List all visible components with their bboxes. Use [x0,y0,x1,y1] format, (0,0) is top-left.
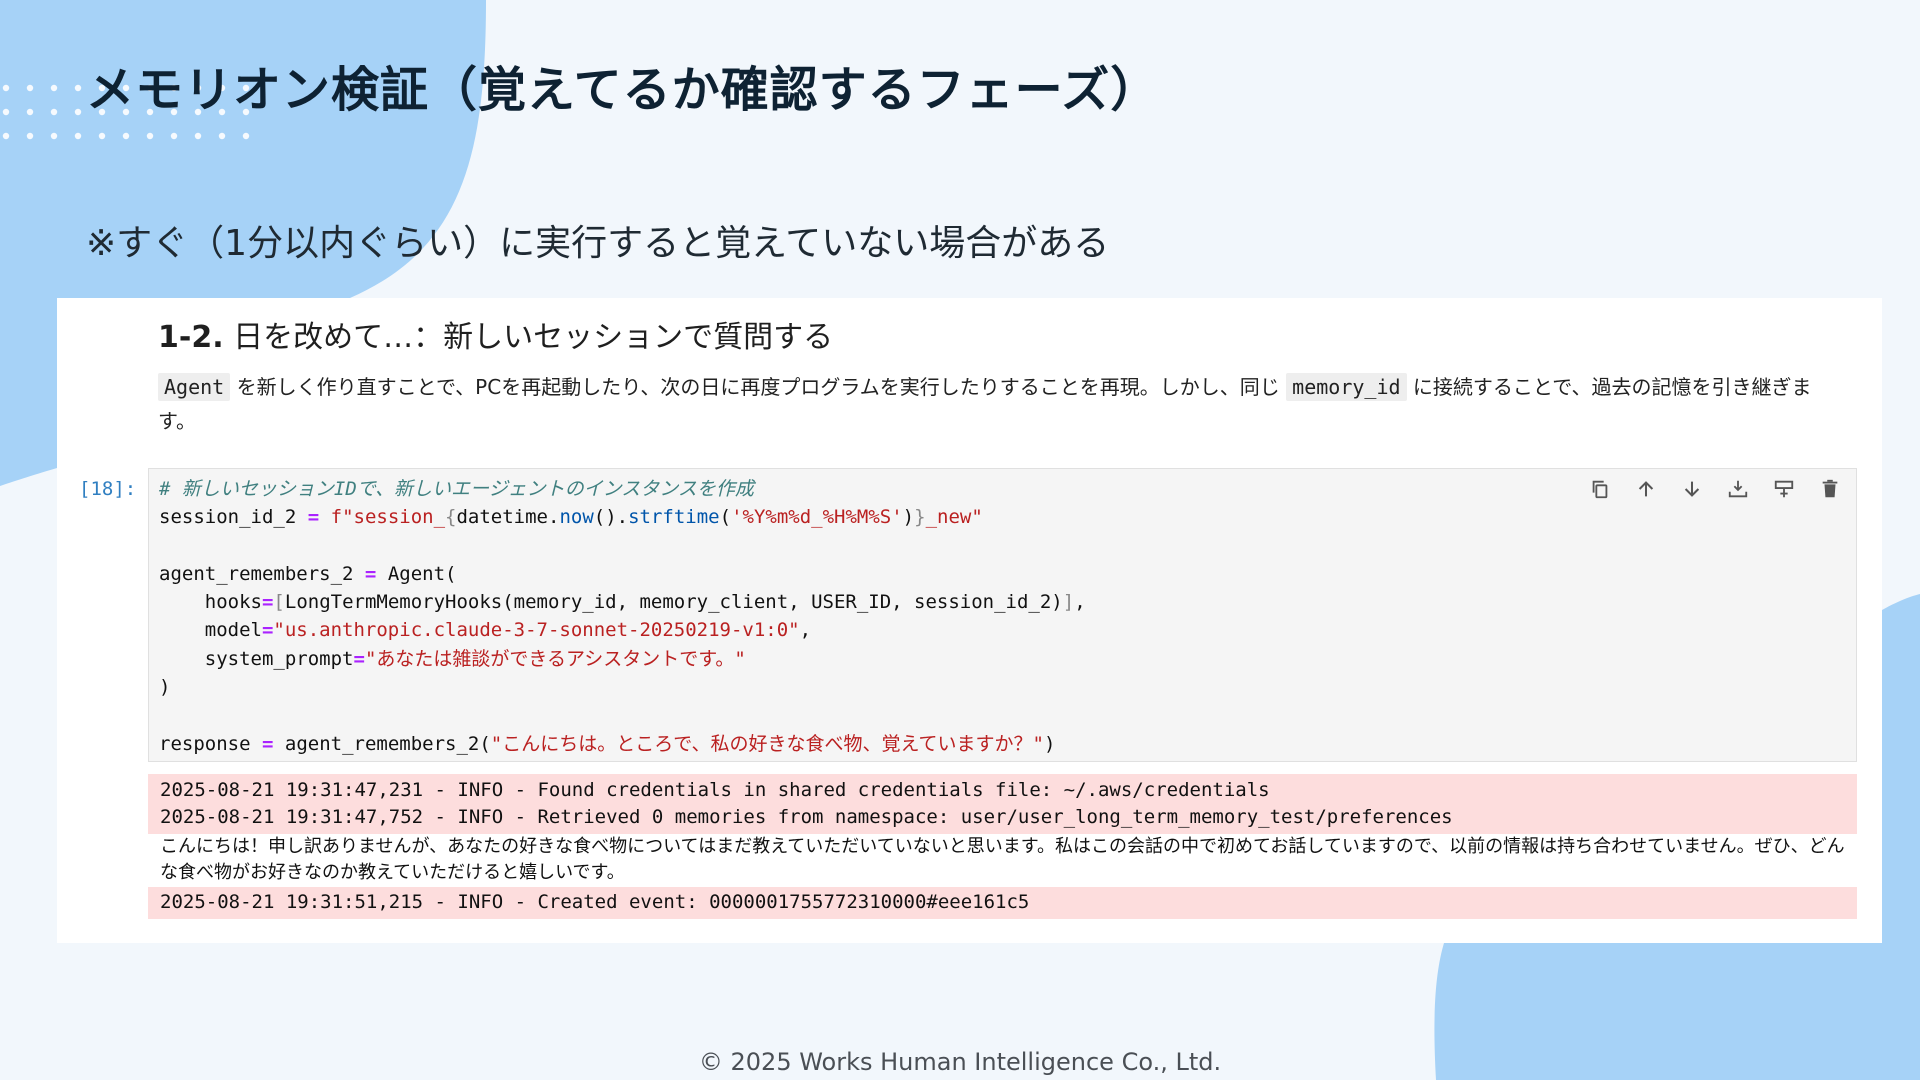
code-token: '%Y%m%d_%H%M%S' [731,506,903,529]
code-token: agent_remembers_2( [284,732,491,755]
code-token: "こんにちは。ところで、私の好きな食べ物、覚えていますか？" [490,732,1044,755]
code-token: ) [159,676,171,699]
desc-text-1: を新しく作り直すことで、PCを再起動したり、次の日に再度プログラムを実行したりす… [230,375,1287,399]
cell-prompt: [18]: [79,478,137,500]
code-token: Agent( [387,562,457,585]
code-token: model [204,619,262,642]
inline-code-memory-id: memory_id [1286,373,1407,401]
code-token: = [364,562,377,585]
code-token: = [261,619,274,642]
code-token: [ [273,591,285,614]
code-token: now [559,506,594,529]
trash-icon[interactable] [1818,477,1842,501]
code-token: { [445,506,457,529]
code-token: = [353,647,365,670]
slide-title: メモリオン検証（覚えてるか確認するフェーズ） [86,62,1160,118]
slide-note: ※すぐ（1分以内ぐらい）に実行すると覚えていない場合がある [86,223,1110,264]
code-token: ) [1043,732,1056,755]
cell-toolbar [1588,477,1842,501]
inline-code-agent: Agent [158,373,231,401]
code-token: "us.anthropic.claude-3-7-sonnet-20250219… [273,619,800,642]
code-token: hooks [204,591,262,614]
arrow-down-icon[interactable] [1680,477,1704,501]
code-source: # 新しいセッションIDで、新しいエージェントのインスタンスを作成 sessio… [159,478,1086,755]
code-token: = [307,506,320,529]
code-token: response [159,732,251,755]
stderr-output-1: 2025-08-21 19:31:47,231 - INFO - Found c… [148,774,1857,834]
code-token: "あなたは雑談ができるアシスタントです。" [364,647,746,670]
arrow-up-icon[interactable] [1634,477,1658,501]
stdout-reply: こんにちは！申し訳ありませんが、あなたの好きな食べ物についてはまだ教えていただい… [160,836,1845,883]
code-token: f"session_ [330,506,446,529]
code-token: } [914,506,926,529]
notebook-screenshot: 1-2. 日を改めて…：新しいセッションで質問する Agent を新しく作り直す… [57,298,1882,943]
section-title: 日を改めて…：新しいセッションで質問する [223,320,834,355]
code-token: = [261,732,274,755]
log-line: 2025-08-21 19:31:47,752 - INFO - Retriev… [160,806,1453,828]
code-token: LongTermMemoryHooks(memory_id, memory_cl… [284,591,1063,614]
code-token: agent_remembers_2 [159,562,354,585]
code-token: session_id_2 [159,506,297,529]
insert-below-icon[interactable] [1772,477,1796,501]
code-token: ] [1062,591,1075,614]
code-cell[interactable]: # 新しいセッションIDで、新しいエージェントのインスタンスを作成 sessio… [148,468,1857,762]
log-line: 2025-08-21 19:31:47,231 - INFO - Found c… [160,779,1270,801]
copy-icon[interactable] [1588,477,1612,501]
section-heading: 1-2. 日を改めて…：新しいセッションで質問する [158,312,833,356]
copyright-footer: © 2025 Works Human Intelligence Co., Ltd… [698,1048,1222,1076]
code-token: system_prompt [204,647,354,670]
stderr-output-2: 2025-08-21 19:31:51,215 - INFO - Created… [148,887,1857,919]
code-token: _new" [925,506,983,529]
code-token: datetime [456,506,548,529]
code-token: = [261,591,274,614]
code-token: strftime [628,506,720,529]
section-description: Agent を新しく作り直すことで、PCを再起動したり、次の日に再度プログラムを… [158,370,1838,438]
section-number: 1-2. [158,320,224,355]
code-comment: # 新しいセッションIDで、新しいエージェントのインスタンスを作成 [159,478,754,500]
log-line: 2025-08-21 19:31:51,215 - INFO - Created… [160,891,1030,913]
insert-above-icon[interactable] [1726,477,1750,501]
